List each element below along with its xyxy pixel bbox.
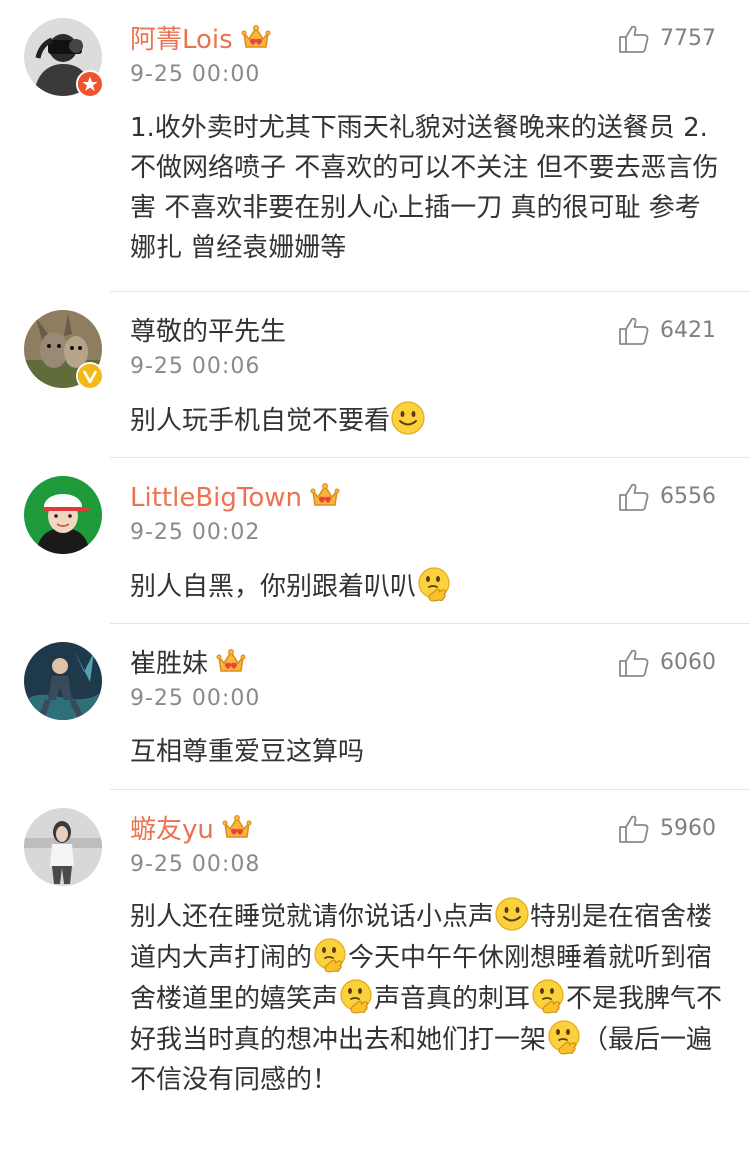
like-count: 6556 (660, 484, 716, 509)
thinking-emoji-icon (530, 978, 566, 1014)
comment-text-segment: 别人玩手机自觉不要看 (130, 406, 391, 436)
timestamp: 9-25 00:08 (130, 852, 261, 877)
comment-text-segment: 别人自黑，你别跟着叭叭 (130, 572, 417, 602)
comment-text-segment: 声音真的刺耳 (374, 984, 531, 1014)
timestamp: 9-25 00:00 (130, 62, 261, 87)
vip-crown-icon (222, 814, 252, 842)
vip-crown-icon (216, 648, 246, 676)
like-count: 5960 (660, 816, 716, 841)
comment-text: 互相尊重爱豆这算吗 (130, 737, 365, 767)
like-count: 6060 (660, 650, 716, 675)
comment-item: 蝣友yu 9-25 00:08 5960 别人还在睡觉就请你说话小点声 特别是在宿… (0, 790, 750, 1167)
comment-item: 阿菁Lois 9-25 00:00 7757 1.收外卖时尤其下雨天礼貌对送餐晚… (0, 0, 750, 292)
thumbs-up-icon (618, 316, 650, 346)
comment-feed: 阿菁Lois 9-25 00:00 7757 1.收外卖时尤其下雨天礼貌对送餐晚… (0, 0, 750, 1167)
thumbs-up-icon (618, 814, 650, 844)
thinking-emoji-icon (338, 978, 374, 1014)
like-button[interactable]: 6556 (618, 482, 716, 512)
like-count: 6421 (660, 318, 716, 343)
like-button[interactable]: 6060 (618, 648, 716, 678)
thinking-emoji-icon (312, 937, 348, 973)
comment-text: 1.收外卖时尤其下雨天礼貌对送餐晚来的送餐员 2.不做网络喷子 不喜欢的可以不关… (130, 113, 719, 263)
username[interactable]: 尊敬的平先生 (130, 317, 286, 347)
thumbs-up-icon (618, 482, 650, 512)
username[interactable]: LittleBigTown (130, 483, 302, 513)
comment-text-segment: 别人还在睡觉就请你说话小点声 (130, 902, 495, 932)
like-button[interactable]: 6421 (618, 316, 716, 346)
username[interactable]: 蝣友yu (130, 815, 214, 845)
thinking-emoji-icon (546, 1019, 582, 1055)
smile-emoji-icon (494, 896, 530, 932)
username[interactable]: 阿菁Lois (130, 25, 233, 55)
like-button[interactable]: 5960 (618, 814, 716, 844)
thumbs-up-icon (618, 648, 650, 678)
comment-item: 崔胜妹 9-25 00:00 6060 互相尊重爱豆这算吗 (0, 624, 750, 790)
vip-crown-icon (310, 482, 340, 510)
avatar[interactable] (24, 642, 102, 720)
vip-crown-icon (241, 24, 271, 52)
yellow-v-badge-icon (76, 362, 104, 390)
avatar[interactable] (24, 476, 102, 554)
comment-item: LittleBigTown 9-25 00:02 6556 别人自黑，你别跟着叭… (0, 458, 750, 624)
comment-item: 尊敬的平先生 9-25 00:06 6421 别人玩手机自觉不要看 (0, 292, 750, 458)
orange-star-badge-icon (76, 70, 104, 98)
smile-emoji-icon (390, 400, 426, 436)
timestamp: 9-25 00:00 (130, 686, 261, 711)
timestamp: 9-25 00:02 (130, 520, 261, 545)
avatar[interactable] (24, 808, 102, 886)
comment-text: 别人还在睡觉就请你说话小点声 特别是在宿舍楼道内大声打闹的 今天中午午休刚想睡着就听… (130, 896, 730, 1100)
like-count: 7757 (660, 26, 716, 51)
comment-text: 别人玩手机自觉不要看 (130, 400, 730, 441)
like-button[interactable]: 7757 (618, 24, 716, 54)
thinking-emoji-icon (416, 566, 452, 602)
timestamp: 9-25 00:06 (130, 354, 261, 379)
comment-text: 别人自黑，你别跟着叭叭 (130, 566, 730, 607)
thumbs-up-icon (618, 24, 650, 54)
username[interactable]: 崔胜妹 (130, 649, 208, 679)
